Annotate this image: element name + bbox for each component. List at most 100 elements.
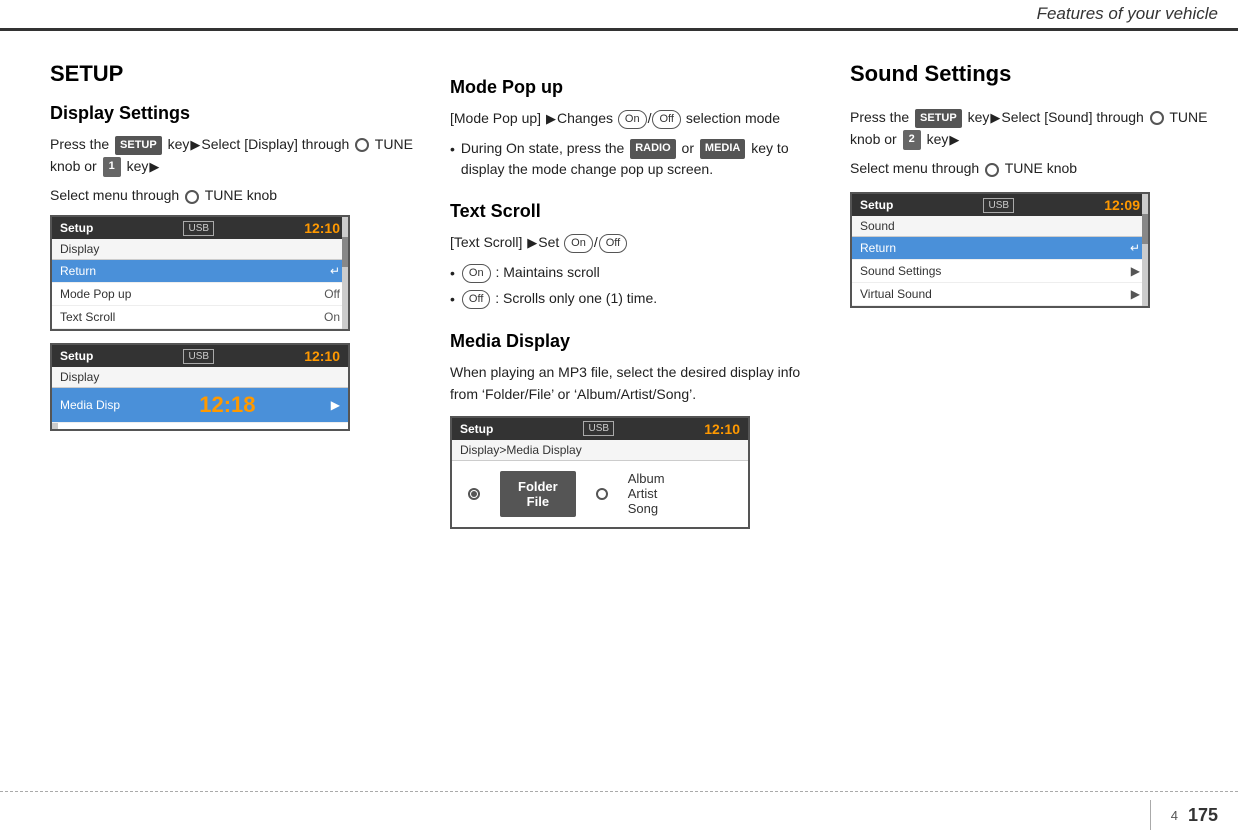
screen-media-title: Setup <box>460 422 493 436</box>
screen2-time: 12:10 <box>304 348 340 364</box>
folder-file-button: FolderFile <box>500 471 576 517</box>
arrow3-icon: ▶ <box>546 109 556 129</box>
radio-badge: RADIO <box>630 139 675 158</box>
screen2-usb: USB <box>183 349 214 364</box>
media-options-row: FolderFile Album Artist Song <box>452 461 748 527</box>
screen2-mockup: Setup USB 12:10 Display Media Disp 12:18… <box>50 343 350 431</box>
key1-badge: 1 <box>103 157 121 176</box>
virtual-sound-arrow: ▶ <box>1131 287 1140 301</box>
mode-popup-body: [Mode Pop up] ▶Changes On/Off selection … <box>450 108 810 130</box>
page-footer: 4 175 <box>0 791 1238 838</box>
screen1-title: Setup <box>60 221 93 235</box>
return-value: ↵ <box>330 264 340 278</box>
arrow5-icon: ▶ <box>990 108 1000 128</box>
on-badge1: On <box>618 110 647 129</box>
bullet-dot2: • <box>450 263 455 285</box>
screen-sound-title: Setup <box>860 198 893 212</box>
text-scroll-bullet2: • Off : Scrolls only one (1) time. <box>450 288 810 311</box>
mediadisp-arrow: ▶ <box>331 398 340 412</box>
sound-settings-body2: Select menu through TUNE knob <box>850 158 1208 180</box>
media-display-title: Media Display <box>450 331 810 352</box>
on-badge2: On <box>564 234 593 253</box>
text-scroll-title: Text Scroll <box>450 201 810 222</box>
arrow6-icon: ▶ <box>949 130 959 150</box>
sound-return-label: Return <box>860 241 896 255</box>
sound-row-return: Return ↵ <box>852 237 1148 260</box>
scroll-thumb <box>342 237 348 267</box>
header-title: Features of your vehicle <box>1037 4 1218 24</box>
sound-row-settings: Sound Settings ▶ <box>852 260 1148 283</box>
folder-file-radio <box>468 488 480 500</box>
off-badge1: Off <box>652 110 680 129</box>
screen1-row-textscroll: Text Scroll On <box>52 306 348 329</box>
screen1-time: 12:10 <box>304 220 340 236</box>
screen2-row-mediadisp: Media Disp 12:18 ▶ <box>52 388 348 423</box>
screen-media-usb: USB <box>583 421 614 436</box>
modepopup-value: Off <box>324 287 340 301</box>
off-badge2: Off <box>599 234 627 253</box>
left-column: SETUP Display Settings Press the SETUP k… <box>50 61 430 529</box>
virtual-sound-label: Virtual Sound <box>860 287 932 301</box>
screen-sound-subheader: Sound <box>852 216 1148 237</box>
arrow-right-icon: ▶ <box>190 135 200 155</box>
screen-media-mockup: Setup USB 12:10 Display>Media Display Fo… <box>450 416 750 529</box>
display-settings-body: Press the SETUP key▶Select [Display] thr… <box>50 134 430 177</box>
text-scroll-body: [Text Scroll] ▶Set On/Off <box>450 232 810 254</box>
arrow-right2-icon: ▶ <box>149 157 159 177</box>
screen1-row-modepopup: Mode Pop up Off <box>52 283 348 306</box>
key-label: key <box>168 136 190 152</box>
sound-scroll-thumb <box>1142 214 1148 244</box>
off-badge3: Off <box>462 290 490 309</box>
footer-divider <box>1150 800 1151 830</box>
display-settings-title: Display Settings <box>50 103 430 124</box>
text-scroll-bullet1: • On : Maintains scroll <box>450 262 810 285</box>
scroll-bar <box>342 217 348 329</box>
setup-badge-left: SETUP <box>115 136 162 155</box>
overlay-time: 12:18 <box>199 392 255 418</box>
media-badge: MEDIA <box>700 139 745 158</box>
tune-knob3-icon <box>1150 111 1164 125</box>
screen1-mockup: Setup USB 12:10 Display Return ↵ Mode Po… <box>50 215 350 331</box>
bullet-dot3: • <box>450 289 455 311</box>
arrow4-icon: ▶ <box>527 233 537 253</box>
screen1-subheader: Display <box>52 239 348 260</box>
screen-media-time: 12:10 <box>704 421 740 437</box>
album-artist-radio <box>596 488 608 500</box>
sound-settings-label: Sound Settings <box>860 264 941 278</box>
screen1-header: Setup USB 12:10 <box>52 217 348 239</box>
textscroll-label: Text Scroll <box>60 310 115 324</box>
mode-bullet1: • During On state, press the RADIO or ME… <box>450 138 810 181</box>
sound-scroll-bar <box>1142 194 1148 306</box>
media-display-body: When playing an MP3 file, select the des… <box>450 362 810 405</box>
modepopup-label: Mode Pop up <box>60 287 131 301</box>
sound-settings-title: Sound Settings <box>850 61 1208 87</box>
page-header: Features of your vehicle <box>0 0 1238 31</box>
textscroll-value: On <box>324 310 340 324</box>
sound-row-virtual: Virtual Sound ▶ <box>852 283 1148 306</box>
mediadisp-label: Media Disp <box>60 398 120 412</box>
right-column: Sound Settings Press the SETUP key▶Selec… <box>810 61 1208 529</box>
screen-sound-mockup: Setup USB 12:09 Sound Return ↵ Sound Set… <box>850 192 1150 308</box>
sound-settings-arrow: ▶ <box>1131 264 1140 278</box>
on-badge3: On <box>462 264 491 283</box>
mode-popup-title: Mode Pop up <box>450 77 810 98</box>
return-label: Return <box>60 264 96 278</box>
sound-return-value: ↵ <box>1130 241 1140 255</box>
album-artist-song-options: Album Artist Song <box>628 471 665 516</box>
screen2-title: Setup <box>60 349 93 363</box>
screen-sound-usb: USB <box>983 198 1014 213</box>
page-number: 175 <box>1188 805 1218 826</box>
setup-title: SETUP <box>50 61 430 87</box>
mid-column: Mode Pop up [Mode Pop up] ▶Changes On/Of… <box>430 61 810 529</box>
tune-knob-icon <box>355 138 369 152</box>
screen2-header: Setup USB 12:10 <box>52 345 348 367</box>
screen-sound-header: Setup USB 12:09 <box>852 194 1148 216</box>
tune-knob2-icon <box>185 190 199 204</box>
screen1-usb: USB <box>183 221 214 236</box>
main-content: SETUP Display Settings Press the SETUP k… <box>0 31 1238 549</box>
key2-badge: 2 <box>903 130 921 149</box>
bullet-dot1: • <box>450 139 455 161</box>
sound-settings-body: Press the SETUP key▶Select [Sound] throu… <box>850 107 1208 150</box>
setup-badge-right: SETUP <box>915 109 962 128</box>
scroll-bar2 <box>52 423 58 429</box>
